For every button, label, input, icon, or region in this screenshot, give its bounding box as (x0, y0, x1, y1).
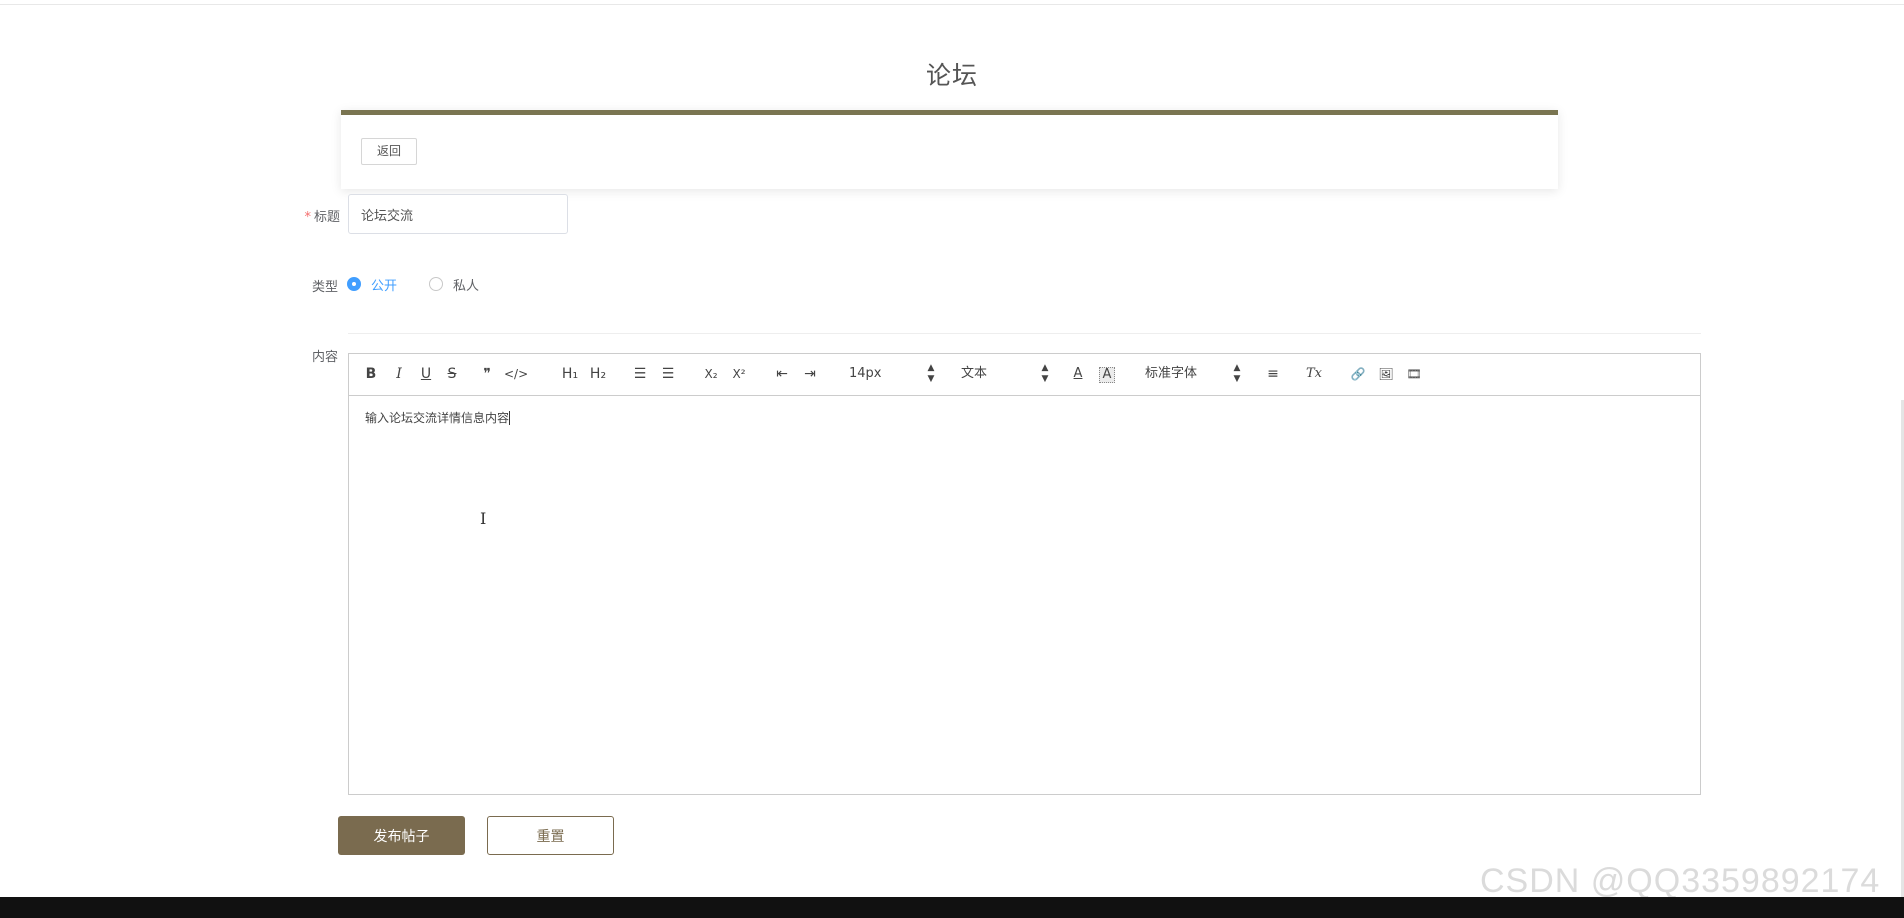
radio-public[interactable]: 公开 (347, 275, 398, 294)
radio-public-label: 公开 (371, 278, 398, 294)
outdent-icon[interactable]: ⇤ (773, 363, 791, 385)
radio-private-dot[interactable] (429, 277, 443, 291)
indent-icon[interactable]: ⇥ (801, 363, 819, 385)
back-button[interactable]: 返回 (361, 138, 417, 165)
superscript-icon[interactable]: X² (729, 363, 749, 385)
submit-post-button[interactable]: 发布帖子 (338, 816, 465, 855)
font-family-caret-icon: ▲ ▼ (1233, 363, 1241, 384)
font-family-value: 标准字体 (1145, 366, 1198, 381)
radio-private-label: 私人 (453, 278, 480, 294)
radio-private[interactable]: 私人 (429, 275, 480, 294)
font-size-picker[interactable]: 14px ▲ ▼ (849, 363, 939, 385)
ibeam-cursor-icon: I (480, 509, 487, 528)
header-value: 文本 (961, 366, 988, 381)
code-block-icon[interactable]: </> (504, 363, 528, 385)
editor-content[interactable]: 输入论坛交流详情信息内容​ (349, 396, 1700, 439)
editor-content-text: 输入论坛交流详情信息内容 (365, 411, 510, 425)
header-picker[interactable]: 文本 ▲ ▼ (961, 363, 1051, 385)
header1-icon[interactable]: H₁ (559, 363, 581, 385)
italic-button[interactable]: I (392, 363, 406, 385)
watermark: CSDN @QQ3359892174 (1480, 862, 1881, 900)
top-divider (0, 4, 1904, 5)
footer-bar (0, 897, 1904, 918)
header2-icon[interactable]: H₂ (587, 363, 609, 385)
title-input[interactable] (348, 194, 568, 234)
rich-text-editor: B I U S ❞ </> H₁ H₂ ☰ ☰ X₂ X² ⇤ ⇥ 14px ▲… (348, 353, 1701, 795)
video-icon[interactable]: 🎞 (1405, 363, 1423, 385)
font-size-caret-icon: ▲ ▼ (927, 363, 935, 384)
text-caret: ​ (509, 411, 511, 425)
subscript-icon[interactable]: X₂ (701, 363, 721, 385)
editor-top-border (348, 333, 1701, 354)
type-label: 类型 (311, 280, 338, 295)
link-icon[interactable]: 🔗 (1349, 363, 1367, 385)
font-family-picker[interactable]: 标准字体 ▲ ▼ (1145, 363, 1245, 385)
editor-toolbar: B I U S ❞ </> H₁ H₂ ☰ ☰ X₂ X² ⇤ ⇥ 14px ▲… (349, 354, 1700, 396)
bold-button[interactable]: B (364, 363, 378, 385)
font-size-value: 14px (849, 366, 882, 381)
radio-public-dot[interactable] (347, 277, 361, 291)
underline-button[interactable]: U (419, 363, 433, 385)
title-label: * 标题 (280, 206, 340, 225)
align-icon[interactable]: ≡ (1264, 363, 1282, 385)
bullet-list-icon[interactable]: ☰ (659, 363, 677, 385)
ordered-list-icon[interactable]: ☰ (631, 363, 649, 385)
font-color-icon[interactable]: A (1071, 363, 1085, 385)
clean-format-icon[interactable]: Tx (1304, 363, 1324, 385)
image-icon[interactable]: 🖼 (1377, 363, 1395, 385)
strike-button[interactable]: S (445, 363, 459, 385)
header-caret-icon: ▲ ▼ (1041, 363, 1049, 384)
header-card: 返回 (341, 110, 1558, 189)
required-asterisk: * (304, 210, 311, 225)
page-title: 论坛 (925, 61, 978, 90)
title-label-text: 标题 (313, 210, 340, 225)
content-label: 内容 (311, 350, 338, 365)
blockquote-icon[interactable]: ❞ (479, 363, 495, 385)
reset-button[interactable]: 重置 (487, 816, 614, 855)
background-color-icon[interactable]: A (1099, 367, 1115, 383)
